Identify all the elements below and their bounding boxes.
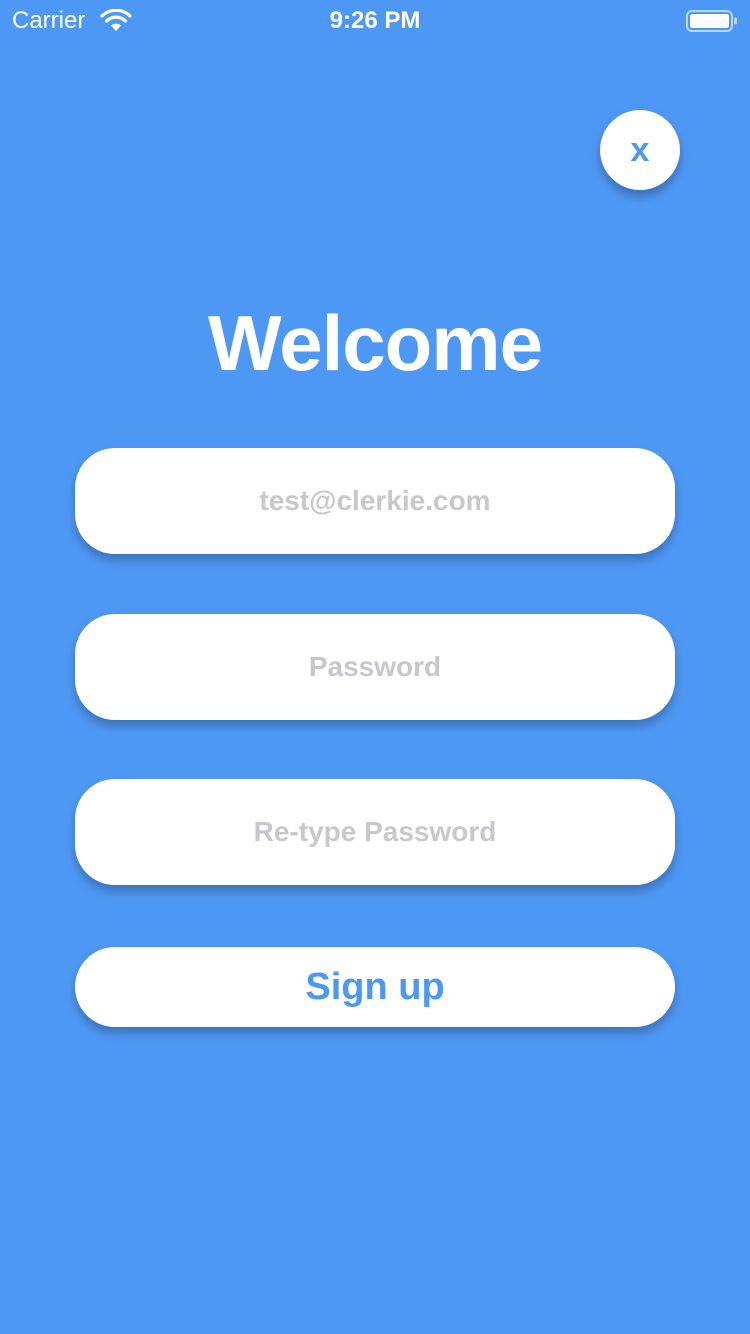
retype-password-field[interactable] [75,779,675,885]
status-bar: Carrier 9:26 PM [0,0,750,40]
page-title: Welcome [207,299,543,387]
signup-button[interactable]: Sign up [75,947,675,1027]
status-time: 9:26 PM [329,7,421,34]
close-button[interactable]: x [600,110,680,190]
password-field[interactable] [75,614,675,720]
close-icon: x [630,130,650,169]
email-field[interactable] [75,448,675,554]
battery-icon [686,10,737,32]
